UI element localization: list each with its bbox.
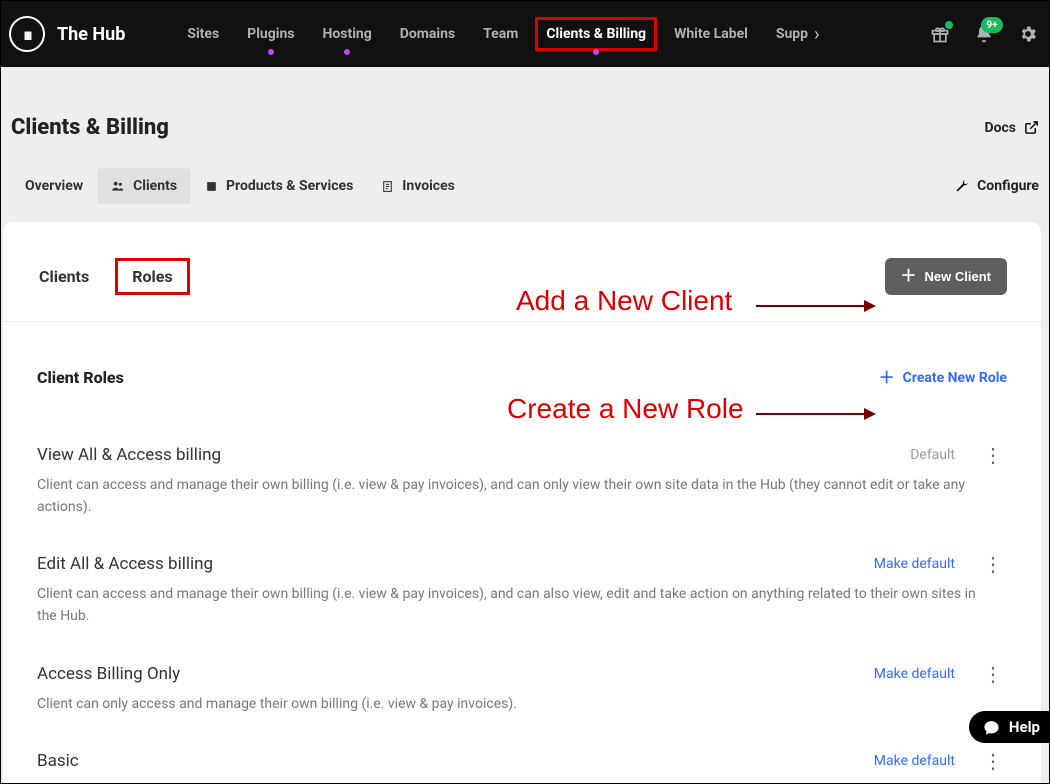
indicator-dot [593, 49, 599, 55]
make-default-link[interactable]: Make default [874, 753, 955, 769]
role-title: Basic [37, 751, 79, 771]
brand-block[interactable]: ııı The Hub [9, 16, 125, 52]
box-icon [205, 180, 218, 193]
external-link-icon [1024, 120, 1039, 135]
help-button[interactable]: Help [969, 711, 1050, 743]
sub-tabs: Overview Clients Products & Services Inv… [1, 168, 1049, 222]
new-client-button[interactable]: ＋ New Client [885, 258, 1007, 295]
make-default-link[interactable]: Make default [874, 556, 955, 572]
subtab-invoices[interactable]: Invoices [367, 168, 469, 204]
people-icon [111, 179, 125, 193]
roles-list: View All & Access billing Default ⋮ Clie… [3, 397, 1041, 784]
section-header: Client Roles ＋ Create New Role [3, 322, 1041, 397]
gear-icon[interactable] [1017, 23, 1039, 45]
role-description: Client can only access and manage their … [37, 694, 997, 716]
wrench-icon [954, 179, 969, 194]
nav-white-label[interactable]: White Label [660, 1, 762, 67]
indicator-dot [268, 49, 274, 55]
nav-plugins[interactable]: Plugins [233, 1, 308, 67]
role-item: Basic Make default ⋮ [37, 733, 1007, 784]
topbar-actions: 9+ [929, 23, 1039, 45]
nav-hosting[interactable]: Hosting [308, 1, 385, 67]
chat-icon [983, 719, 1000, 736]
section-title: Client Roles [37, 368, 124, 387]
nav-team[interactable]: Team [469, 1, 532, 67]
gift-icon[interactable] [929, 23, 951, 45]
nav-domains[interactable]: Domains [386, 1, 469, 67]
subtab-products[interactable]: Products & Services [191, 168, 367, 204]
docs-link[interactable]: Docs [985, 120, 1040, 136]
notification-count: 9+ [981, 17, 1003, 33]
configure-link[interactable]: Configure [954, 178, 1039, 194]
nav-support[interactable]: Supp [762, 1, 822, 67]
nav-sites[interactable]: Sites [173, 1, 233, 67]
role-title: Access Billing Only [37, 664, 180, 684]
indicator-dot [344, 49, 350, 55]
create-role-link[interactable]: ＋ Create New Role [879, 370, 1007, 386]
subtab-clients[interactable]: Clients [97, 168, 191, 204]
brand-name: The Hub [57, 24, 125, 45]
page-title: Clients & Billing [11, 115, 169, 140]
logo-icon: ııı [9, 16, 45, 52]
default-badge: Default [910, 447, 955, 463]
role-title: View All & Access billing [37, 445, 221, 465]
main-card: Clients Roles ＋ New Client Client Roles … [3, 222, 1041, 784]
topbar: ııı The Hub Sites Plugins Hosting Domain… [1, 1, 1049, 67]
page-header: Clients & Billing Docs [1, 67, 1049, 168]
role-description: Client can access and manage their own b… [37, 584, 997, 627]
inner-tab-roles[interactable]: Roles [115, 258, 189, 295]
card-header: Clients Roles ＋ New Client [3, 222, 1041, 322]
role-item: View All & Access billing Default ⋮ Clie… [37, 427, 1007, 536]
role-title: Edit All & Access billing [37, 554, 213, 574]
invoice-icon [381, 180, 394, 193]
subtab-overview[interactable]: Overview [11, 168, 97, 204]
role-description: Client can access and manage their own b… [37, 475, 997, 518]
role-item: Edit All & Access billing Make default ⋮… [37, 536, 1007, 645]
make-default-link[interactable]: Make default [874, 666, 955, 682]
inner-tab-clients[interactable]: Clients [37, 261, 91, 292]
badge-dot [945, 21, 953, 29]
nav-clients-billing[interactable]: Clients & Billing [532, 1, 660, 67]
inner-tabs: Clients Roles [37, 258, 190, 295]
bell-icon[interactable]: 9+ [973, 23, 995, 45]
top-nav: Sites Plugins Hosting Domains Team Clien… [173, 1, 819, 67]
role-item: Access Billing Only Make default ⋮ Clien… [37, 646, 1007, 734]
highlight-box: Clients & Billing [535, 17, 657, 51]
